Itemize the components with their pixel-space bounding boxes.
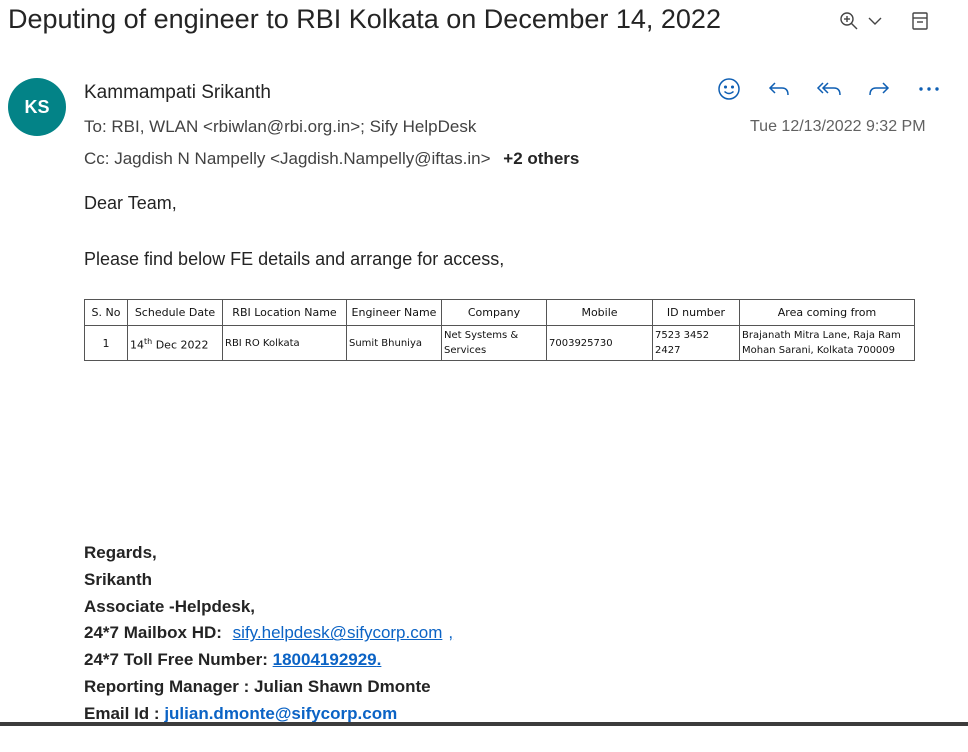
sig-title: Associate -Helpdesk, [84,596,256,616]
emoji-react-icon[interactable] [704,74,754,104]
sender-avatar[interactable]: KS [8,78,66,136]
email-subject: Deputing of engineer to RBI Kolkata on D… [8,4,721,34]
table-header-row: S. No Schedule Date RBI Location Name En… [84,299,915,326]
subject-toolbar [836,6,940,36]
sent-date: Tue 12/13/2022 9:32 PM [750,118,926,135]
cell-id-number: 7523 3452 2427 [652,325,740,361]
fe-details-table: S. No Schedule Date RBI Location Name En… [84,299,915,361]
cc-line: Cc: Jagdish N Nampelly <Jagdish.Nampelly… [84,149,491,168]
forward-icon[interactable] [854,74,904,104]
cell-schedule-date: 14th Dec 2022 [127,325,223,361]
header-location: RBI Location Name [222,299,347,326]
sig-email-label: Email Id : [84,703,160,723]
cell-date-day: 14 [130,338,144,352]
reply-icon[interactable] [754,74,804,104]
table-row: 1 14th Dec 2022 RBI RO Kolkata Sumit Bhu… [84,325,915,361]
cell-date-rest: Dec 2022 [152,338,209,352]
cc-more-others[interactable]: +2 others [503,149,579,168]
greeting: Dear Team, [84,193,177,213]
open-in-window-icon[interactable] [900,6,940,36]
sig-mailbox-link[interactable]: sify.helpdesk@sifycorp.com [233,623,443,642]
zoom-in-icon[interactable] [836,6,862,36]
sig-name: Srikanth [84,569,153,589]
sig-tollfree-label: 24*7 Toll Free Number: [84,650,268,670]
cell-location: RBI RO Kolkata [222,325,347,361]
cell-date-sup: th [144,336,153,346]
sig-manager: Reporting Manager : Julian Shawn Dmonte [84,676,431,696]
header-engineer: Engineer Name [346,299,442,326]
reply-all-icon[interactable] [804,74,854,104]
sig-mailbox-label: 24*7 Mailbox HD: [84,623,222,643]
cell-engineer: Sumit Bhuniya [346,325,442,361]
sender-name[interactable]: Kammampati Srikanth [84,82,271,104]
sig-tollfree-link[interactable]: 18004192929 [273,650,377,669]
header-company: Company [441,299,547,326]
to-recipients[interactable]: To: RBI, WLAN <rbiwlan@rbi.org.in>; Sify… [84,117,476,137]
sig-email-value[interactable]: julian.dmonte@sifycorp.com [164,704,397,723]
header-schedule-date: Schedule Date [127,299,223,326]
body-line: Please find below FE details and arrange… [84,249,505,269]
bottom-divider [0,722,968,726]
header-sno: S. No [84,299,128,326]
header-mobile: Mobile [546,299,653,326]
cell-mobile: 7003925730 [546,325,653,361]
sig-mailbox-line: 24*7 Mailbox HD: sify.helpdesk@sifycorp.… [84,620,453,647]
sig-regards: Regards, [84,543,157,562]
chevron-down-icon[interactable] [862,6,888,36]
message-actions [704,74,954,104]
sig-tollfree-suffix: . [376,650,382,670]
more-actions-icon[interactable] [904,74,954,104]
email-signature: Regards, Srikanth Associate -Helpdesk, 2… [84,540,453,728]
cell-sno: 1 [84,325,128,361]
cell-area: Brajanath Mitra Lane, Raja Ram Mohan Sar… [739,325,915,361]
sig-tollfree-line: 24*7 Toll Free Number: 18004192929. [84,647,453,674]
cc-recipients[interactable]: Cc: Jagdish N Nampelly <Jagdish.Nampelly… [84,149,579,169]
cell-company: Net Systems & Services [441,325,547,361]
header-id-number: ID number [652,299,740,326]
header-area: Area coming from [739,299,915,326]
sig-mailbox-suffix: , [448,623,454,643]
